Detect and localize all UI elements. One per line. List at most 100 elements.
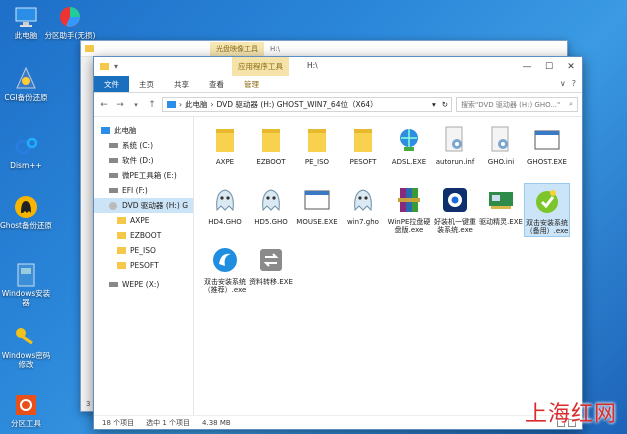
- file-item-winpe-installer[interactable]: WinPE拉盘硬盘版.exe: [386, 183, 432, 237]
- file-item-driver-genius[interactable]: 驱动精灵.EXE: [478, 183, 524, 237]
- background-title-bar: 光盘映像工具 H:\: [81, 41, 567, 57]
- back-arrow-icon[interactable]: ←: [98, 99, 110, 111]
- desktop-icon-cgi[interactable]: CGI备份还原: [0, 66, 52, 103]
- file-name: PESOFT: [349, 158, 377, 166]
- nav-item-label: 微PE工具箱 (E:): [122, 171, 177, 180]
- file-item-hd5-gho[interactable]: HD5.GHO: [248, 183, 294, 237]
- nav-item-drive-d[interactable]: 软件 (D:): [94, 153, 193, 168]
- background-context-tab[interactable]: 光盘映像工具: [210, 41, 264, 56]
- refresh-icon[interactable]: ↻: [439, 100, 451, 109]
- address-bar[interactable]: › 此电脑 › DVD 驱动器 (H:) GHOST_WIN7_64位（X64）…: [162, 97, 452, 112]
- file-list-pane: AXPE EZBOOT PE_ISO PESOFT ADSL.EXE autor…: [194, 117, 582, 415]
- maximize-button[interactable]: ☐: [538, 57, 560, 76]
- background-status-number: 3: [86, 400, 91, 408]
- nav-item-folder-pesoft[interactable]: PESOFT: [94, 258, 193, 273]
- file-item-win7-gho[interactable]: win7.gho: [340, 183, 386, 237]
- file-item-hd4-gho[interactable]: HD4.GHO: [202, 183, 248, 237]
- tab-file[interactable]: 文件: [94, 76, 129, 92]
- desktop-icon-label: Windows密码修改: [1, 351, 51, 369]
- desktop-icon-diskgenius[interactable]: 分区工具: [0, 392, 52, 429]
- folder-icon: [116, 247, 126, 255]
- tab-view[interactable]: 查看: [199, 76, 234, 92]
- nav-item-label: PE_ISO: [130, 246, 156, 255]
- nav-item-drive-f[interactable]: EFI (F:): [94, 183, 193, 198]
- windows-installer-icon: [13, 262, 39, 288]
- winrar-icon: [393, 184, 425, 216]
- up-arrow-icon[interactable]: ↑: [146, 99, 158, 111]
- search-icon: ⌕: [569, 100, 573, 108]
- computer-icon: [100, 127, 110, 135]
- forward-arrow-icon[interactable]: →: [114, 99, 126, 111]
- nav-item-label: PESOFT: [130, 261, 159, 270]
- folder-icon: [85, 45, 94, 52]
- file-name: 驱动精灵.EXE: [479, 218, 523, 226]
- desktop-icon-label: Ghost备份还原: [0, 221, 53, 230]
- file-name: 双击安装系统（推荐）.exe: [203, 278, 247, 295]
- drive-icon: [108, 142, 118, 150]
- nav-item-drive-c[interactable]: 系统 (C:): [94, 138, 193, 153]
- file-item-gho-ini[interactable]: GHO.ini: [478, 123, 524, 177]
- breadcrumb-dvd-drive[interactable]: DVD 驱动器 (H:) GHOST_WIN7_64位（X64）: [217, 99, 378, 110]
- nav-item-drive-x[interactable]: WEPE (X:): [94, 277, 193, 292]
- breadcrumb-this-pc[interactable]: 此电脑: [185, 99, 208, 110]
- folder-icon: [116, 232, 126, 240]
- minimize-button[interactable]: —: [516, 57, 538, 76]
- diskgenius-icon: [13, 392, 39, 418]
- desktop-icon-label: Windows安装器: [1, 289, 51, 307]
- folder-icon: [255, 124, 287, 156]
- close-button[interactable]: ✕: [560, 57, 582, 76]
- help-icon[interactable]: ?: [572, 79, 576, 88]
- key-icon: [13, 324, 39, 350]
- desktop-icon-partition-assistant[interactable]: 分区助手(无损): [44, 4, 96, 41]
- file-name: EZBOOT: [256, 158, 286, 166]
- recent-dropdown-icon[interactable]: ▾: [130, 99, 142, 111]
- quick-access-toolbar[interactable]: ▾: [114, 62, 118, 71]
- nav-item-folder-axpe[interactable]: AXPE: [94, 213, 193, 228]
- file-item-one-click-reinstall[interactable]: 好装机一键重装系统.exe: [432, 183, 478, 237]
- computer-icon: [13, 4, 39, 30]
- status-selected-count: 选中 1 个项目: [146, 418, 191, 427]
- search-input[interactable]: 搜索"DVD 驱动器 (H:) GHO..." ⌕: [456, 97, 578, 112]
- file-item-adsl[interactable]: ADSL.EXE: [386, 123, 432, 177]
- file-item-ezboot[interactable]: EZBOOT: [248, 123, 294, 177]
- file-item-ghost-exe[interactable]: GHOST.EXE: [524, 123, 570, 177]
- computer-icon: [167, 101, 176, 108]
- file-item-pesoft[interactable]: PESOFT: [340, 123, 386, 177]
- file-item-data-transfer[interactable]: 资料转移.EXE: [248, 243, 294, 297]
- file-name: 好装机一键重装系统.exe: [434, 218, 476, 235]
- background-path: H:\: [270, 44, 280, 53]
- dvd-icon: [108, 201, 118, 210]
- desktop-icon-windows-installer[interactable]: Windows安装器: [0, 262, 52, 307]
- explorer-window[interactable]: ▾ 应用程序工具 H:\ — ☐ ✕ 文件 主页 共享 查看 管理 ∨ ? ← …: [93, 56, 583, 430]
- file-item-pe-iso[interactable]: PE_ISO: [294, 123, 340, 177]
- context-tab-app-tools[interactable]: 应用程序工具: [232, 57, 289, 76]
- blue-install-icon: [209, 244, 241, 276]
- status-selected-size: 4.38 MB: [202, 418, 231, 427]
- file-name: 资料转移.EXE: [249, 278, 293, 286]
- folder-icon: [100, 63, 109, 70]
- desktop-icon-label: CGI备份还原: [4, 93, 48, 102]
- file-item-axpe[interactable]: AXPE: [202, 123, 248, 177]
- nav-item-this-pc[interactable]: 此电脑: [94, 123, 193, 138]
- nav-item-folder-pe-iso[interactable]: PE_ISO: [94, 243, 193, 258]
- drive-icon: [108, 281, 118, 289]
- partition-assistant-icon: [57, 4, 83, 30]
- nav-item-dvd-drive[interactable]: DVD 驱动器 (H:) G: [94, 198, 193, 213]
- desktop-icon-password[interactable]: Windows密码修改: [0, 324, 52, 369]
- file-item-autorun[interactable]: autorun.inf: [432, 123, 478, 177]
- tab-manage[interactable]: 管理: [234, 76, 269, 92]
- file-name: autorun.inf: [435, 158, 475, 166]
- chevron-down-icon[interactable]: ∨: [560, 79, 566, 88]
- file-name: WinPE拉盘硬盘版.exe: [387, 218, 431, 235]
- file-item-mouse-exe[interactable]: MOUSE.EXE: [294, 183, 340, 237]
- tab-home[interactable]: 主页: [129, 76, 164, 92]
- file-item-install-backup[interactable]: 双击安装系统（备用）.exe: [524, 183, 570, 237]
- desktop-icon-ghost[interactable]: Ghost备份还原: [0, 194, 52, 231]
- nav-item-drive-e[interactable]: 微PE工具箱 (E:): [94, 168, 193, 183]
- chevron-down-icon[interactable]: ▾: [432, 100, 436, 109]
- desktop-icon-dism[interactable]: Dism++: [0, 134, 52, 171]
- nav-item-folder-ezboot[interactable]: EZBOOT: [94, 228, 193, 243]
- file-item-install-recommended[interactable]: 双击安装系统（推荐）.exe: [202, 243, 248, 297]
- tab-share[interactable]: 共享: [164, 76, 199, 92]
- breadcrumb-separator: ›: [179, 100, 182, 109]
